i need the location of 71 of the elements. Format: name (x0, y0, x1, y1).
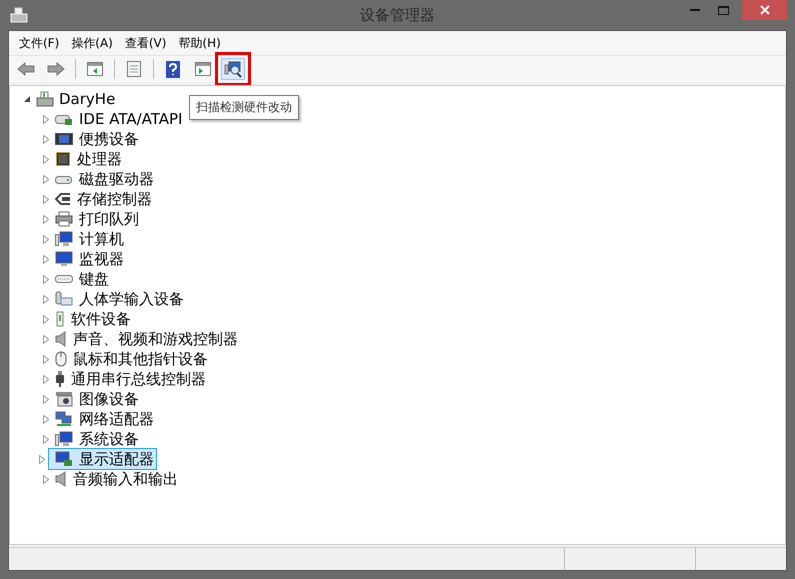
camera-icon (55, 391, 73, 407)
tree-item[interactable]: 计算机 (77, 230, 126, 248)
tree-item[interactable]: 人体学输入设备 (77, 290, 186, 308)
drive-icon (55, 112, 73, 126)
minimize-icon (690, 8, 700, 12)
tree-item[interactable]: 网络适配器 (77, 410, 156, 428)
computer-icon (36, 91, 54, 107)
expand-toggle[interactable] (42, 314, 50, 324)
expand-toggle[interactable] (42, 214, 50, 224)
menu-item[interactable]: 查看(V) (118, 33, 172, 53)
scan-button[interactable] (221, 58, 245, 80)
maximize-icon (718, 6, 728, 14)
expand-toggle[interactable] (42, 154, 50, 164)
expand-toggle[interactable] (38, 454, 46, 464)
expand-toggle[interactable] (42, 374, 50, 384)
tree-item[interactable]: 鼠标和其他指针设备 (71, 350, 210, 368)
expand-toggle[interactable] (42, 174, 50, 184)
menu-item[interactable]: 操作(A) (65, 33, 119, 53)
expand-toggle[interactable] (42, 134, 50, 144)
expand-toggle[interactable] (23, 95, 31, 103)
printer-icon (55, 211, 73, 227)
tree-item[interactable]: 键盘 (77, 270, 111, 288)
tooltip: 扫描检测硬件改动 (189, 95, 299, 120)
chip-icon (55, 151, 71, 167)
expand-toggle[interactable] (42, 194, 50, 204)
tree-item[interactable]: 打印队列 (77, 210, 141, 228)
close-icon (760, 5, 770, 15)
expand-toggle[interactable] (42, 114, 50, 124)
expand-toggle[interactable] (42, 394, 50, 404)
tree-item[interactable]: 存储控制器 (75, 190, 154, 208)
expand-toggle[interactable] (42, 434, 50, 444)
close-button[interactable] (742, 0, 787, 20)
tree-item[interactable]: 音频输入和输出 (71, 470, 180, 488)
expand-toggle[interactable] (42, 234, 50, 244)
tree-item[interactable]: 磁盘驱动器 (77, 170, 156, 188)
speaker-icon (55, 331, 67, 347)
tree-item[interactable]: 声音、视频和游戏控制器 (71, 330, 240, 348)
computer-icon (55, 431, 73, 447)
menu-item[interactable]: 帮助(H) (172, 33, 227, 53)
network-icon (55, 411, 73, 427)
keyboard-icon (55, 274, 73, 284)
tree-item[interactable]: DaryHe (57, 90, 118, 108)
expand-toggle[interactable] (42, 354, 50, 364)
menu-item[interactable]: 文件(F) (13, 33, 66, 53)
tree-item[interactable]: 监视器 (77, 250, 126, 268)
plug-icon (55, 371, 65, 387)
speaker-icon (55, 471, 67, 487)
expand-toggle[interactable] (42, 474, 50, 484)
expand-toggle[interactable] (42, 334, 50, 344)
software-device-icon (55, 311, 65, 327)
tree-item[interactable]: 通用串行总线控制器 (69, 370, 208, 388)
tree-item[interactable]: IDE ATA/ATAPI (77, 110, 184, 128)
input-device-icon (55, 291, 73, 307)
monitor-icon (55, 251, 73, 267)
device-icon (55, 132, 73, 146)
tree-item[interactable]: 软件设备 (69, 310, 133, 328)
expand-toggle[interactable] (42, 254, 50, 264)
expand-toggle[interactable] (42, 294, 50, 304)
storage-icon (55, 192, 71, 206)
computer-icon (10, 7, 28, 23)
tree-item[interactable]: 显示适配器 (77, 450, 156, 468)
computer-icon (55, 231, 73, 247)
tree-item[interactable]: 便携设备 (77, 130, 141, 148)
window-title: 设备管理器 (359, 6, 436, 25)
tree-item[interactable]: 系统设备 (77, 430, 141, 448)
expand-toggle[interactable] (42, 274, 50, 284)
tree-item[interactable]: 处理器 (75, 150, 124, 168)
expand-toggle[interactable] (42, 414, 50, 424)
display-adapter-icon (55, 451, 73, 467)
tree-item[interactable]: 图像设备 (77, 390, 141, 408)
mouse-icon (55, 351, 67, 367)
